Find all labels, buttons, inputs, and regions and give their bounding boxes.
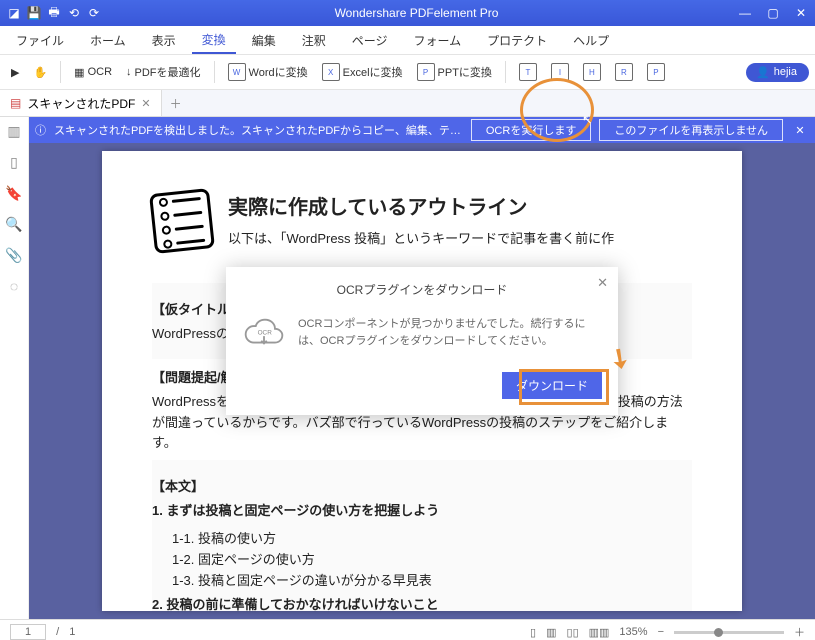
zoom-value: 135% bbox=[619, 626, 647, 638]
side-panel: ▥ ▯ 🔖 🔍 📎 ◌ bbox=[0, 117, 29, 619]
dialog-body-text: OCRコンポーネントが見つかりませんでした。続行するには、OCRプラグインをダウ… bbox=[298, 316, 602, 352]
add-tab-button[interactable]: ＋ bbox=[162, 95, 190, 112]
svg-text:OCR: OCR bbox=[258, 329, 273, 336]
zoom-out-button[interactable]: − bbox=[658, 626, 664, 638]
attachments-icon[interactable]: 📎 bbox=[5, 247, 22, 264]
pages-icon[interactable]: ▯ bbox=[10, 154, 18, 171]
banner-close-icon[interactable]: ✕ bbox=[791, 124, 809, 137]
list-item-2: 2. 投稿の前に準備しておかなければいけないこと bbox=[152, 597, 439, 611]
pdf-icon: ▤ bbox=[10, 96, 21, 110]
zoom-slider[interactable] bbox=[674, 631, 784, 634]
page-intro: 以下は、「WordPress 投稿」というキーワードで記事を書く前に作 bbox=[152, 228, 692, 247]
to-excel-button[interactable]: X Excelに変換 bbox=[317, 60, 408, 84]
signatures-icon[interactable]: ◌ bbox=[10, 278, 18, 294]
menu-home[interactable]: ホーム bbox=[80, 28, 136, 53]
menu-help[interactable]: ヘルプ bbox=[563, 28, 619, 53]
menu-form[interactable]: フォーム bbox=[403, 28, 471, 53]
toolbar: ▶ ✋ ▦ OCR ↓ PDFを最適化 W Wordに変換 X Excelに変換… bbox=[0, 54, 815, 90]
ocr-notification-bar: ⓘ スキャンされたPDFを検出しました。スキャンされたPDFからコピー、編集、テ… bbox=[29, 117, 815, 143]
list-item-1b: 1-2. 固定ページの使い方 bbox=[152, 549, 692, 568]
page-current: 1 bbox=[10, 624, 46, 640]
to-word-button[interactable]: W Wordに変換 bbox=[223, 60, 313, 84]
page-separator: / bbox=[56, 626, 59, 638]
to-html-button[interactable]: H bbox=[578, 60, 606, 84]
section-body-heading: 【本文】 bbox=[152, 476, 692, 495]
hand-tool[interactable]: ✋ bbox=[28, 63, 52, 82]
document-tabs: ▤ スキャンされたPDF ✕ ＋ bbox=[0, 90, 815, 117]
save-icon[interactable]: 💾 bbox=[26, 5, 42, 21]
to-image-button[interactable]: I bbox=[546, 60, 574, 84]
download-button[interactable]: ダウンロード bbox=[502, 372, 602, 399]
thumbnails-icon[interactable]: ▥ bbox=[7, 123, 20, 140]
view-mode-single-icon[interactable]: ▯ bbox=[530, 626, 536, 639]
list-item-1c: 1-3. 投稿と固定ページの違いが分かる早見表 bbox=[152, 570, 692, 589]
window-title: Wondershare PDFelement Pro bbox=[102, 6, 731, 20]
minimize-button[interactable]: — bbox=[731, 0, 759, 26]
close-button[interactable]: ✕ bbox=[787, 0, 815, 26]
status-bar: 1 / 1 ▯ ▥ ▯▯ ▥▥ 135% − ＋ bbox=[0, 619, 815, 640]
dialog-close-icon[interactable]: ✕ bbox=[597, 275, 608, 291]
menu-edit[interactable]: 編集 bbox=[242, 28, 286, 53]
user-badge[interactable]: 👤 hejia bbox=[746, 63, 809, 82]
zoom-in-button[interactable]: ＋ bbox=[794, 624, 805, 640]
undo-icon[interactable]: ⟲ bbox=[66, 5, 82, 21]
dialog-title: OCRプラグインをダウンロード bbox=[242, 281, 602, 298]
menu-comment[interactable]: 注釈 bbox=[292, 28, 336, 53]
list-item-1a: 1-1. 投稿の使い方 bbox=[152, 528, 692, 547]
maximize-button[interactable]: ▢ bbox=[759, 0, 787, 26]
view-mode-facing-icon[interactable]: ▯▯ bbox=[567, 626, 579, 639]
tab-label: スキャンされたPDF bbox=[27, 95, 135, 112]
print-icon[interactable]: 🖶 bbox=[46, 5, 62, 21]
title-bar: ◪ 💾 🖶 ⟲ ⟳ Wondershare PDFelement Pro — ▢… bbox=[0, 0, 815, 26]
cloud-download-icon: OCR bbox=[242, 316, 286, 352]
dismiss-file-button[interactable]: このファイルを再表示しません bbox=[599, 119, 783, 141]
search-icon[interactable]: 🔍 bbox=[5, 216, 22, 233]
info-icon: ⓘ bbox=[35, 122, 46, 138]
list-item-1: 1. まずは投稿と固定ページの使い方を把握しよう bbox=[152, 503, 439, 518]
optimize-button[interactable]: ↓ PDFを最適化 bbox=[121, 61, 206, 83]
document-viewport: ⓘ スキャンされたPDFを検出しました。スキャンされたPDFからコピー、編集、テ… bbox=[29, 117, 815, 619]
menu-bar: ファイル ホーム 表示 変換 編集 注釈 ページ フォーム プロテクト ヘルプ bbox=[0, 26, 815, 54]
page-total: 1 bbox=[69, 626, 75, 638]
page-heading: 実際に作成しているアウトライン bbox=[152, 191, 692, 220]
app-icon: ◪ bbox=[6, 5, 22, 21]
outline-illustration-icon bbox=[149, 188, 215, 254]
ocr-download-dialog: ✕ OCRプラグインをダウンロード OCR OCRコンポーネントが見つかりません… bbox=[226, 267, 618, 415]
to-text-button[interactable]: T bbox=[514, 60, 542, 84]
document-tab[interactable]: ▤ スキャンされたPDF ✕ bbox=[0, 90, 162, 116]
select-tool[interactable]: ▶ bbox=[6, 63, 24, 82]
menu-page[interactable]: ページ bbox=[342, 28, 398, 53]
tab-close-icon[interactable]: ✕ bbox=[141, 97, 150, 110]
redo-icon[interactable]: ⟳ bbox=[86, 5, 102, 21]
ocr-button[interactable]: ▦ OCR bbox=[69, 63, 117, 82]
menu-view[interactable]: 表示 bbox=[142, 28, 186, 53]
bookmarks-icon[interactable]: 🔖 bbox=[5, 185, 22, 202]
to-ppt-button[interactable]: P PPTに変換 bbox=[412, 60, 497, 84]
to-pdfa-button[interactable]: P bbox=[642, 60, 670, 84]
to-rtf-button[interactable]: R bbox=[610, 60, 638, 84]
view-mode-continuous-icon[interactable]: ▥ bbox=[546, 626, 556, 639]
menu-convert[interactable]: 変換 bbox=[192, 27, 236, 54]
run-ocr-button[interactable]: OCRを実行します bbox=[471, 119, 591, 141]
menu-protect[interactable]: プロテクト bbox=[477, 28, 557, 53]
view-mode-facing-cont-icon[interactable]: ▥▥ bbox=[589, 626, 610, 639]
menu-file[interactable]: ファイル bbox=[6, 28, 74, 53]
notification-text: スキャンされたPDFを検出しました。スキャンされたPDFからコピー、編集、テキス… bbox=[54, 122, 463, 138]
